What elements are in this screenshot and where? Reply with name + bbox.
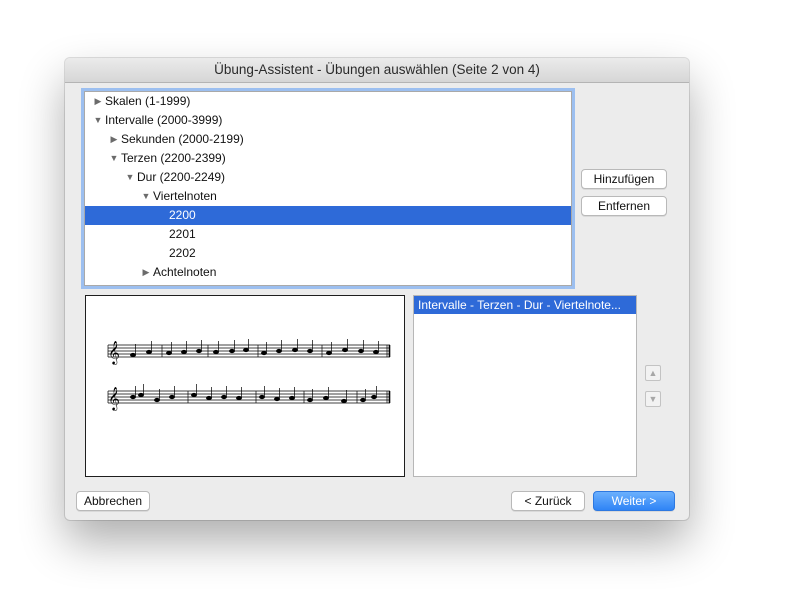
- tree-row-label: Dur (2200-2249): [137, 170, 226, 184]
- add-button[interactable]: Hinzufügen: [581, 169, 667, 189]
- tree-row-viertelnoten[interactable]: ▼ Viertelnoten: [85, 187, 571, 206]
- window-title: Übung-Assistent - Übungen auswählen (Sei…: [65, 58, 689, 83]
- tree-row-sekunden[interactable]: ▶ Sekunden (2000-2199): [85, 130, 571, 149]
- triangle-right-icon[interactable]: ▶: [109, 130, 119, 149]
- remove-button[interactable]: Entfernen: [581, 196, 667, 216]
- back-button[interactable]: < Zurück: [511, 491, 585, 511]
- selected-exercises-list[interactable]: Intervalle - Terzen - Dur - Viertelnote.…: [413, 295, 637, 477]
- tree-row-achtelnoten[interactable]: ▶ Achtelnoten: [85, 263, 571, 282]
- triangle-down-icon[interactable]: ▼: [125, 168, 135, 187]
- cancel-button[interactable]: Abbrechen: [76, 491, 150, 511]
- next-button[interactable]: Weiter >: [593, 491, 675, 511]
- chevron-down-icon[interactable]: ▼: [645, 391, 661, 407]
- tree-row-label: Skalen (1-1999): [105, 94, 191, 108]
- tree-row-label: Achtelnoten: [153, 265, 217, 279]
- triangle-right-icon[interactable]: ▶: [93, 92, 103, 111]
- tree-row-2201[interactable]: 2201: [85, 225, 571, 244]
- triangle-down-icon[interactable]: ▼: [93, 111, 103, 130]
- tree-row-label: Intervalle (2000-3999): [105, 113, 223, 127]
- tree-row-label: 2202: [169, 246, 196, 260]
- tree-row-skalen[interactable]: ▶ Skalen (1-1999): [85, 92, 571, 111]
- tree-row-2202[interactable]: 2202: [85, 244, 571, 263]
- tree-row-intervalle[interactable]: ▼ Intervalle (2000-3999): [85, 111, 571, 130]
- chevron-up-icon[interactable]: ▲: [645, 365, 661, 381]
- svg-text:𝄞: 𝄞: [108, 386, 120, 411]
- tree-row-label: Terzen (2200-2399): [121, 151, 226, 165]
- tree-row-terzen[interactable]: ▼ Terzen (2200-2399): [85, 149, 571, 168]
- notation-preview: 𝄞 𝄞: [85, 295, 405, 477]
- triangle-down-icon[interactable]: ▼: [141, 187, 151, 206]
- exercise-tree[interactable]: ▶ Skalen (1-1999) ▼ Intervalle (2000-399…: [84, 91, 572, 286]
- tree-row-label: Sekunden (2000-2199): [121, 132, 244, 146]
- tree-row-dur[interactable]: ▼ Dur (2200-2249): [85, 168, 571, 187]
- tree-row-label: Viertelnoten: [153, 189, 217, 203]
- exercise-wizard-window: Übung-Assistent - Übungen auswählen (Sei…: [65, 58, 689, 520]
- tree-row-2200[interactable]: 2200: [85, 206, 571, 225]
- list-item[interactable]: Intervalle - Terzen - Dur - Viertelnote.…: [414, 296, 636, 314]
- triangle-down-icon[interactable]: ▼: [109, 149, 119, 168]
- tree-row-label: 2200: [169, 208, 196, 222]
- music-staff-preview: 𝄞 𝄞: [107, 339, 391, 411]
- triangle-right-icon[interactable]: ▶: [141, 263, 151, 282]
- svg-text:𝄞: 𝄞: [108, 340, 120, 365]
- tree-row-label: 2201: [169, 227, 196, 241]
